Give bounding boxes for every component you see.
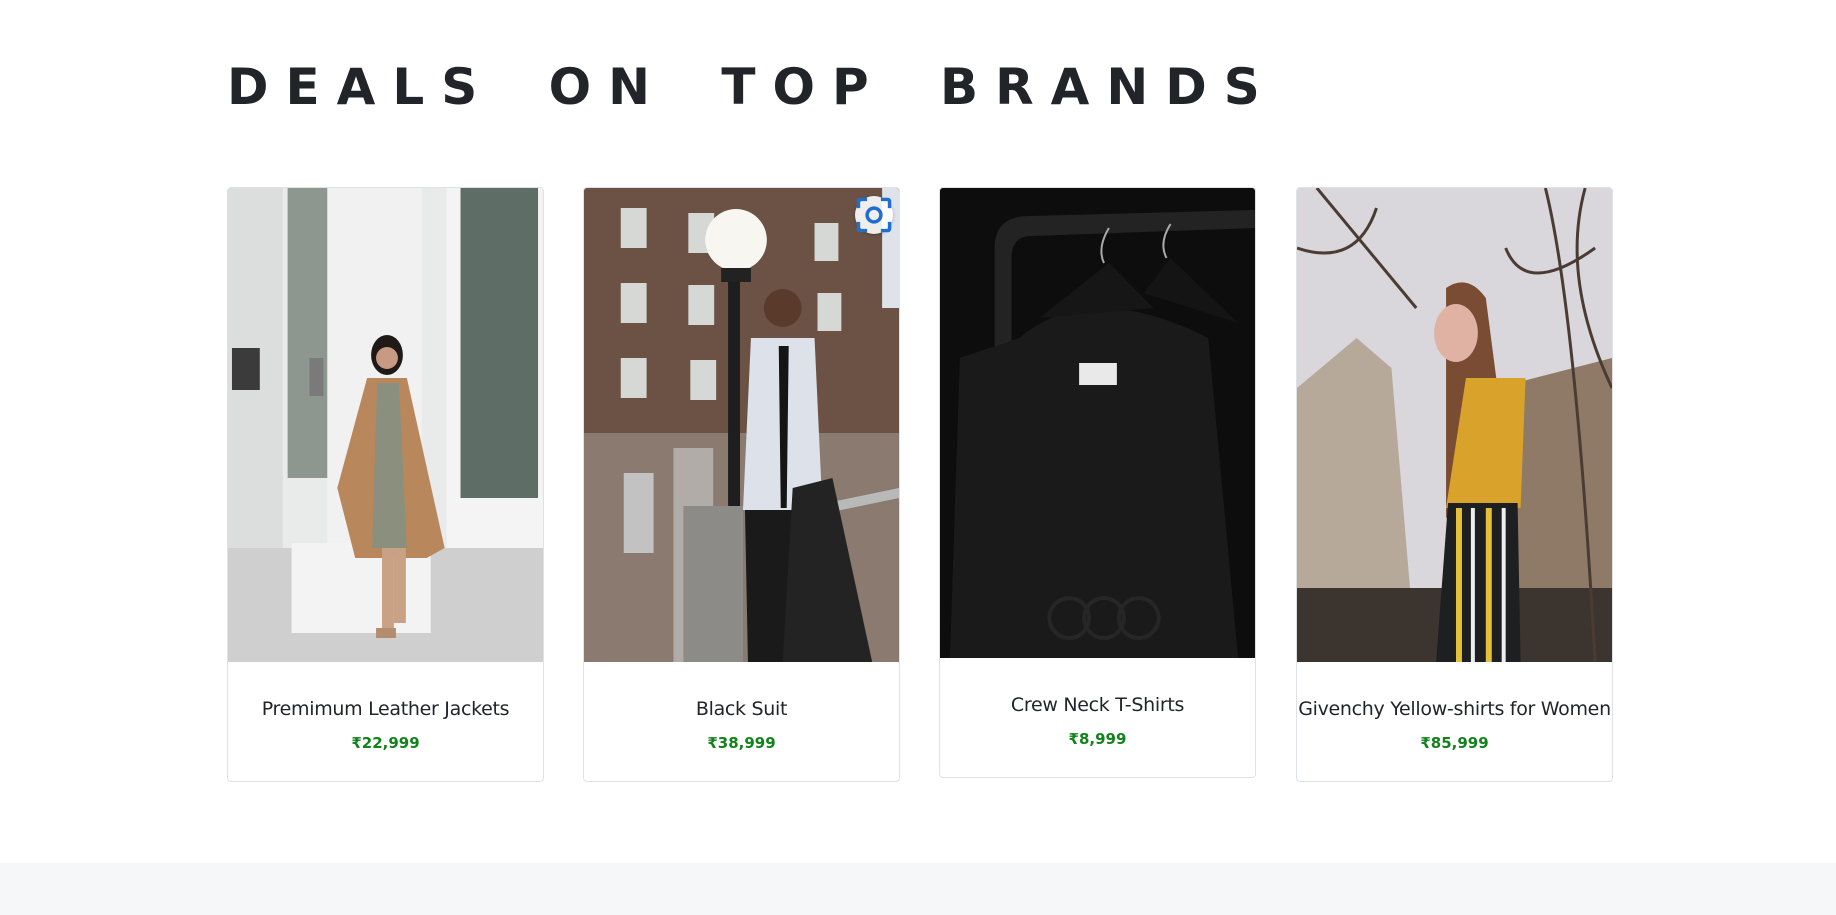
product-image[interactable]: [584, 188, 899, 662]
product-card-black-suit[interactable]: Black Suit ₹38,999: [583, 187, 900, 782]
product-title[interactable]: Crew Neck T-Shirts: [940, 694, 1255, 716]
product-image[interactable]: [1297, 188, 1612, 662]
product-card-crew-neck[interactable]: Crew Neck T-Shirts ₹8,999: [939, 187, 1256, 778]
section-title: DEALS ON TOP BRANDS: [227, 58, 1277, 116]
product-title[interactable]: Givenchy Yellow-shirts for Women: [1297, 698, 1612, 720]
visual-search-icon[interactable]: [855, 196, 893, 234]
product-image[interactable]: [940, 188, 1255, 658]
product-title[interactable]: Black Suit: [584, 698, 899, 720]
product-price: ₹85,999: [1420, 734, 1489, 752]
product-image[interactable]: [228, 188, 543, 662]
product-price: ₹8,999: [1068, 730, 1127, 748]
product-card-leather-jackets[interactable]: Premimum Leather Jackets ₹22,999: [227, 187, 544, 782]
product-price: ₹38,999: [707, 734, 776, 752]
product-title[interactable]: Premimum Leather Jackets: [228, 698, 543, 720]
footer-strip: [0, 863, 1836, 915]
product-price: ₹22,999: [351, 734, 420, 752]
product-card-givenchy[interactable]: Givenchy Yellow-shirts for Women ₹85,999: [1296, 187, 1613, 782]
